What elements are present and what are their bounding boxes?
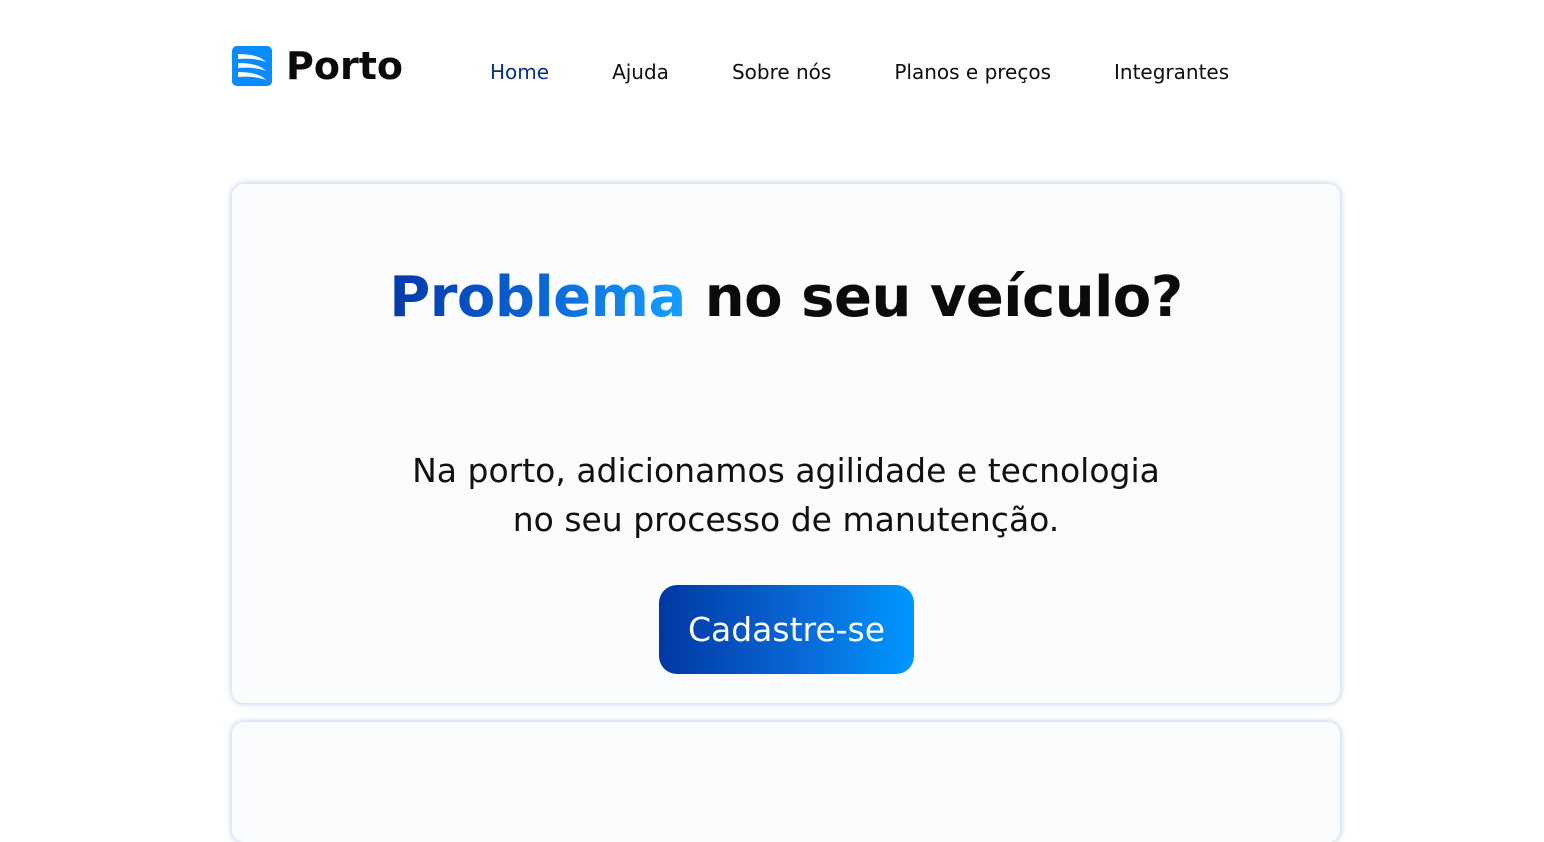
brand-logo-link[interactable]: Porto: [232, 46, 403, 86]
secondary-card: [232, 722, 1340, 842]
hero-description-line-1: Na porto, adicionamos agilidade e tecnol…: [412, 451, 1160, 490]
nav-item-planos-e-precos[interactable]: Planos e preços: [894, 58, 1051, 86]
hero-description: Na porto, adicionamos agilidade e tecnol…: [232, 446, 1340, 544]
main-nav: Home Ajuda Sobre nós Planos e preços Int…: [490, 58, 1229, 86]
nav-item-sobre-nos[interactable]: Sobre nós: [732, 58, 831, 86]
hero-title: Problema no seu veículo?: [232, 262, 1340, 334]
cadastre-se-button[interactable]: Cadastre-se: [659, 585, 914, 674]
brand-name: Porto: [286, 44, 403, 88]
hero-card: Problema no seu veículo? Na porto, adici…: [232, 184, 1340, 703]
hero-title-highlight: Problema: [389, 265, 686, 330]
nav-item-ajuda[interactable]: Ajuda: [612, 58, 669, 86]
nav-item-integrantes[interactable]: Integrantes: [1114, 58, 1229, 86]
nav-item-home[interactable]: Home: [490, 58, 549, 86]
hero-title-rest: no seu veículo?: [685, 265, 1183, 330]
hero-description-line-2: no seu processo de manutenção.: [512, 500, 1060, 539]
site-header: Porto Home Ajuda Sobre nós Planos e preç…: [0, 0, 1544, 140]
porto-logo-icon: [232, 46, 272, 86]
